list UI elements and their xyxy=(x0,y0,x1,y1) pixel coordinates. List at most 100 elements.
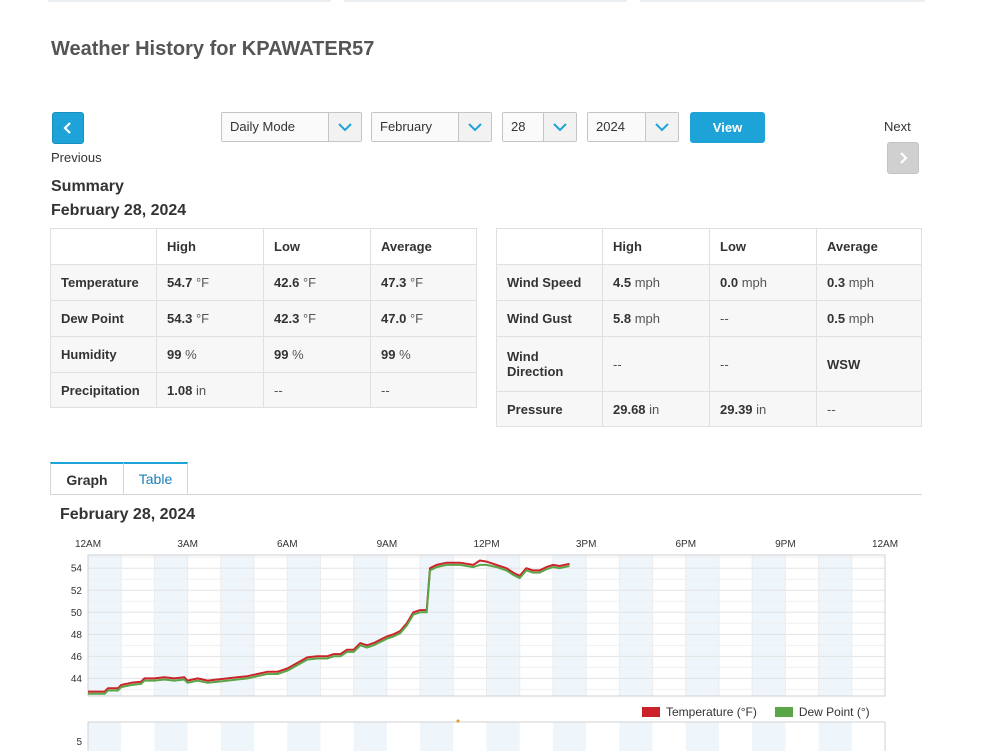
chart-band xyxy=(154,555,188,696)
table-cell: 4.5 mph xyxy=(602,264,710,301)
previous-button[interactable] xyxy=(52,112,84,144)
chart-band xyxy=(287,555,321,696)
cell-unit: mph xyxy=(848,275,874,290)
cell-unit: mph xyxy=(848,311,874,326)
cell-value: 4.5 xyxy=(613,275,632,290)
table-header-cell: High xyxy=(602,228,710,265)
table-cell: -- xyxy=(816,391,922,427)
mode-select[interactable]: Daily Mode xyxy=(221,112,362,142)
table-header-row: High Low Average xyxy=(496,228,922,265)
legend: Temperature (°F) Dew Point (°) xyxy=(642,705,870,719)
chevron-down-icon xyxy=(328,113,361,141)
table-cell: 0.5 mph xyxy=(816,300,922,337)
previous-label: Previous xyxy=(51,150,102,165)
table-cell: 99 % xyxy=(370,336,477,373)
table-header-row: High Low Average xyxy=(50,228,477,265)
x-tick-label: 3AM xyxy=(177,539,198,550)
table-cell: -- xyxy=(602,336,710,392)
summary-title: Summary xyxy=(51,178,124,195)
table-header-cell: Average xyxy=(370,228,477,265)
cell-unit: in xyxy=(756,401,767,417)
row-label: Humidity xyxy=(50,336,157,373)
table-cell: 99 % xyxy=(156,336,264,373)
cell-unit: mph xyxy=(634,275,660,290)
legend-dewpoint-label: Dew Point (°) xyxy=(798,705,870,719)
chart-band xyxy=(486,722,520,751)
table-header-cell xyxy=(496,228,603,265)
table-cell: 54.3 °F xyxy=(156,300,264,337)
table-cell: 0.0 mph xyxy=(709,264,817,301)
chart-band xyxy=(287,722,321,751)
month-select-value: February xyxy=(372,113,458,141)
y-tick-label: 54 xyxy=(71,564,83,575)
row-label: Wind Gust xyxy=(496,300,603,337)
chevron-down-icon xyxy=(645,113,678,141)
chart-band xyxy=(752,722,786,751)
chevron-down-icon xyxy=(458,113,491,141)
cell-unit: in xyxy=(649,401,660,417)
cell-unit: °F xyxy=(409,311,424,326)
cell-unit: °F xyxy=(195,275,210,290)
page-title: Weather History for KPAWATER57 xyxy=(51,38,375,60)
tab-graph[interactable]: Graph xyxy=(50,462,124,495)
tab-divider xyxy=(50,494,922,495)
cell-value: -- xyxy=(274,382,283,398)
chart-band xyxy=(220,722,255,751)
table-header-cell: Low xyxy=(709,228,817,265)
table-cell: 0.3 mph xyxy=(816,264,922,301)
chart-band xyxy=(154,722,188,751)
month-select[interactable]: February xyxy=(371,112,492,142)
row-label: Wind Direction xyxy=(496,336,603,392)
row-label: Dew Point xyxy=(50,300,157,337)
cell-value: 0.5 xyxy=(827,311,846,326)
x-tick-label: 6AM xyxy=(277,539,298,550)
table-cell: 29.39 in xyxy=(709,391,817,427)
y-tick-label: 52 xyxy=(71,586,83,597)
table-row: Wind Gust 5.8 mph -- 0.5 mph xyxy=(496,300,922,337)
year-select[interactable]: 2024 xyxy=(587,112,679,142)
table-row: Wind Direction -- -- WSW xyxy=(496,336,922,392)
row-label: Pressure xyxy=(496,391,603,427)
cell-unit: °F xyxy=(409,275,424,290)
cell-unit: °F xyxy=(302,275,317,290)
x-tick-label: 9AM xyxy=(377,539,398,550)
table-header-cell: Average xyxy=(816,228,922,265)
chart-band xyxy=(88,555,122,696)
graph-date: February 28, 2024 xyxy=(60,506,196,523)
chart-band xyxy=(752,555,786,696)
legend-dewpoint-swatch xyxy=(774,707,793,717)
tab-table[interactable]: Table xyxy=(123,462,188,494)
chart-band xyxy=(619,555,653,696)
table-cell: 54.7 °F xyxy=(156,264,264,301)
cell-unit: % xyxy=(185,347,197,362)
day-select[interactable]: 28 xyxy=(502,112,577,142)
cell-unit: mph xyxy=(634,311,660,326)
precip-y-tick-label: 5 xyxy=(76,737,82,748)
table-cell: 99 % xyxy=(263,336,371,373)
chart-band xyxy=(818,555,852,696)
cell-value: 42.3 xyxy=(274,311,300,326)
precip-marker xyxy=(456,719,460,723)
cell-value: WSW xyxy=(827,356,861,372)
cell-value: 99 xyxy=(274,347,289,362)
table-cell: -- xyxy=(709,336,817,392)
cell-value: -- xyxy=(720,356,729,372)
chart-band xyxy=(353,555,387,696)
cell-unit: % xyxy=(399,347,411,362)
top-strip xyxy=(640,0,925,2)
table-cell: -- xyxy=(370,372,477,408)
legend-temperature-swatch xyxy=(642,707,660,717)
cell-value: -- xyxy=(720,311,729,326)
cell-value: 29.68 xyxy=(613,401,646,417)
chart-band xyxy=(619,722,653,751)
next-button[interactable] xyxy=(887,142,919,174)
cell-unit: % xyxy=(292,347,304,362)
next-label: Next xyxy=(884,119,911,134)
chart-band xyxy=(420,722,454,751)
table-header-cell xyxy=(50,228,157,265)
cell-value: -- xyxy=(613,356,622,372)
view-button[interactable]: View xyxy=(690,112,765,143)
table-cell: 29.68 in xyxy=(602,391,710,427)
table-cell: 5.8 mph xyxy=(602,300,710,337)
cell-value: 47.3 xyxy=(381,275,407,290)
